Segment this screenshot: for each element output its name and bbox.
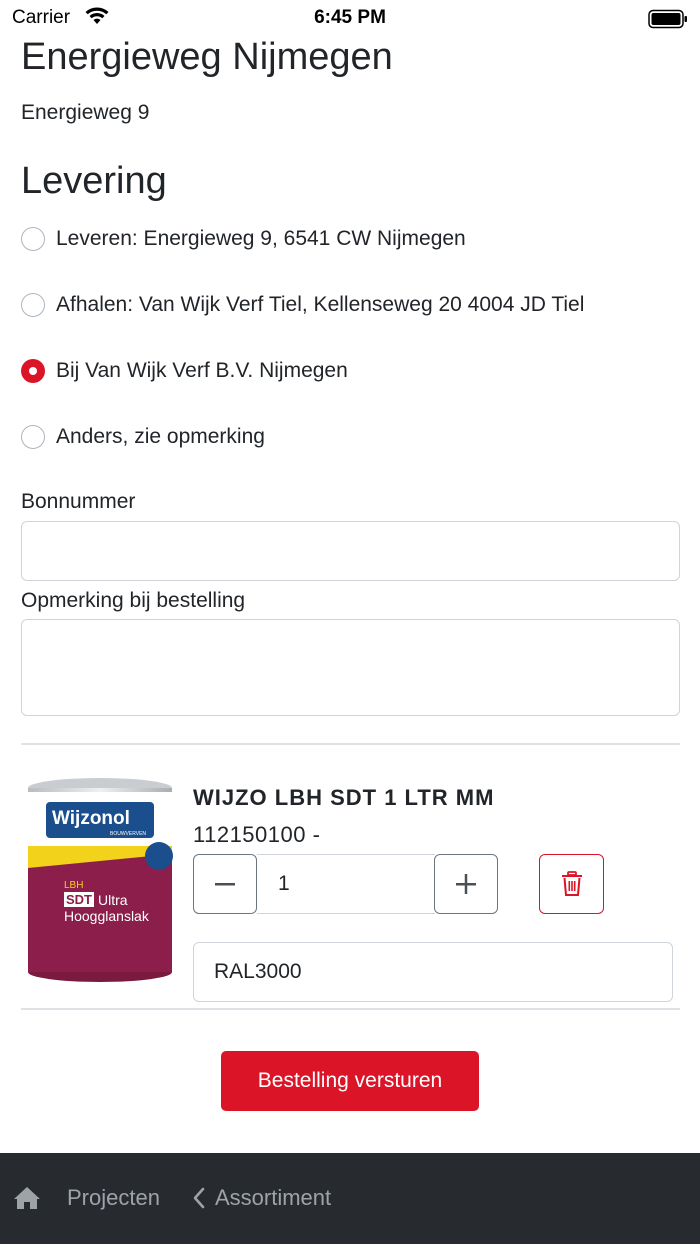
radio-label: Afhalen: Van Wijk Verf Tiel, Kellenseweg… [56,293,585,316]
product-label-lbh: LBH [64,880,84,891]
radio-button[interactable] [21,425,45,449]
delivery-option-anders[interactable]: Anders, zie opmerking [21,417,265,457]
page-title: Energieweg Nijmegen [21,36,393,78]
nav-back-assortiment[interactable]: Assortiment [192,1185,331,1211]
minus-icon [215,883,235,886]
plus-icon [456,874,476,894]
project-address: Energieweg 9 [21,101,150,124]
nav-link-projecten[interactable]: Projecten [67,1185,160,1211]
radio-label: Leveren: Energieweg 9, 6541 CW Nijmegen [56,227,466,250]
decrease-quantity-button[interactable] [193,854,257,914]
opmerking-textarea[interactable] [21,619,680,716]
radio-label: Bij Van Wijk Verf B.V. Nijmegen [56,359,348,382]
trash-icon [561,871,582,896]
product-brand-logo: Wijzonol [52,808,130,829]
product-image: Wijzonol BOUWVERVEN LBH SDT Ultra Hooggl… [24,776,176,986]
delete-product-button[interactable] [539,854,604,914]
radio-button[interactable] [21,293,45,317]
opmerking-label: Opmerking bij bestelling [21,589,246,612]
clock: 6:45 PM [314,7,386,28]
delivery-heading: Levering [21,160,167,202]
bottom-nav: Projecten Assortiment [0,1153,700,1244]
chevron-left-icon [193,1187,205,1209]
product-label-ultra: Ultra [98,892,128,908]
radio-button[interactable] [21,227,45,251]
product-brand-sub: BOUWVERVEN [110,831,147,837]
divider [21,1008,680,1010]
delivery-option-afhalen[interactable]: Afhalen: Van Wijk Verf Tiel, Kellenseweg… [21,285,584,325]
quantity-input[interactable]: 1 [257,854,435,914]
radio-button-selected[interactable] [21,359,45,383]
home-icon[interactable] [13,1185,41,1216]
bonnummer-label: Bonnummer [21,490,136,513]
divider [21,743,680,745]
product-code: 112150100 - [193,822,321,847]
nav-back-label: Assortiment [215,1185,332,1210]
battery-icon [648,9,688,34]
color-code-input[interactable]: RAL3000 [193,942,673,1002]
radio-label: Anders, zie opmerking [56,425,265,448]
status-bar: Carrier 6:45 PM [0,0,700,36]
product-name: WIJZO LBH SDT 1 LTR MM [193,785,495,810]
increase-quantity-button[interactable] [434,854,498,914]
product-label-sdt: SDT [64,892,94,907]
delivery-option-leveren[interactable]: Leveren: Energieweg 9, 6541 CW Nijmegen [21,219,466,259]
product-label-type: Hoogglanslak [64,908,149,924]
bonnummer-input[interactable] [21,521,680,581]
delivery-option-bij-van-wijk[interactable]: Bij Van Wijk Verf B.V. Nijmegen [21,351,348,391]
submit-order-button[interactable]: Bestelling versturen [221,1051,479,1111]
